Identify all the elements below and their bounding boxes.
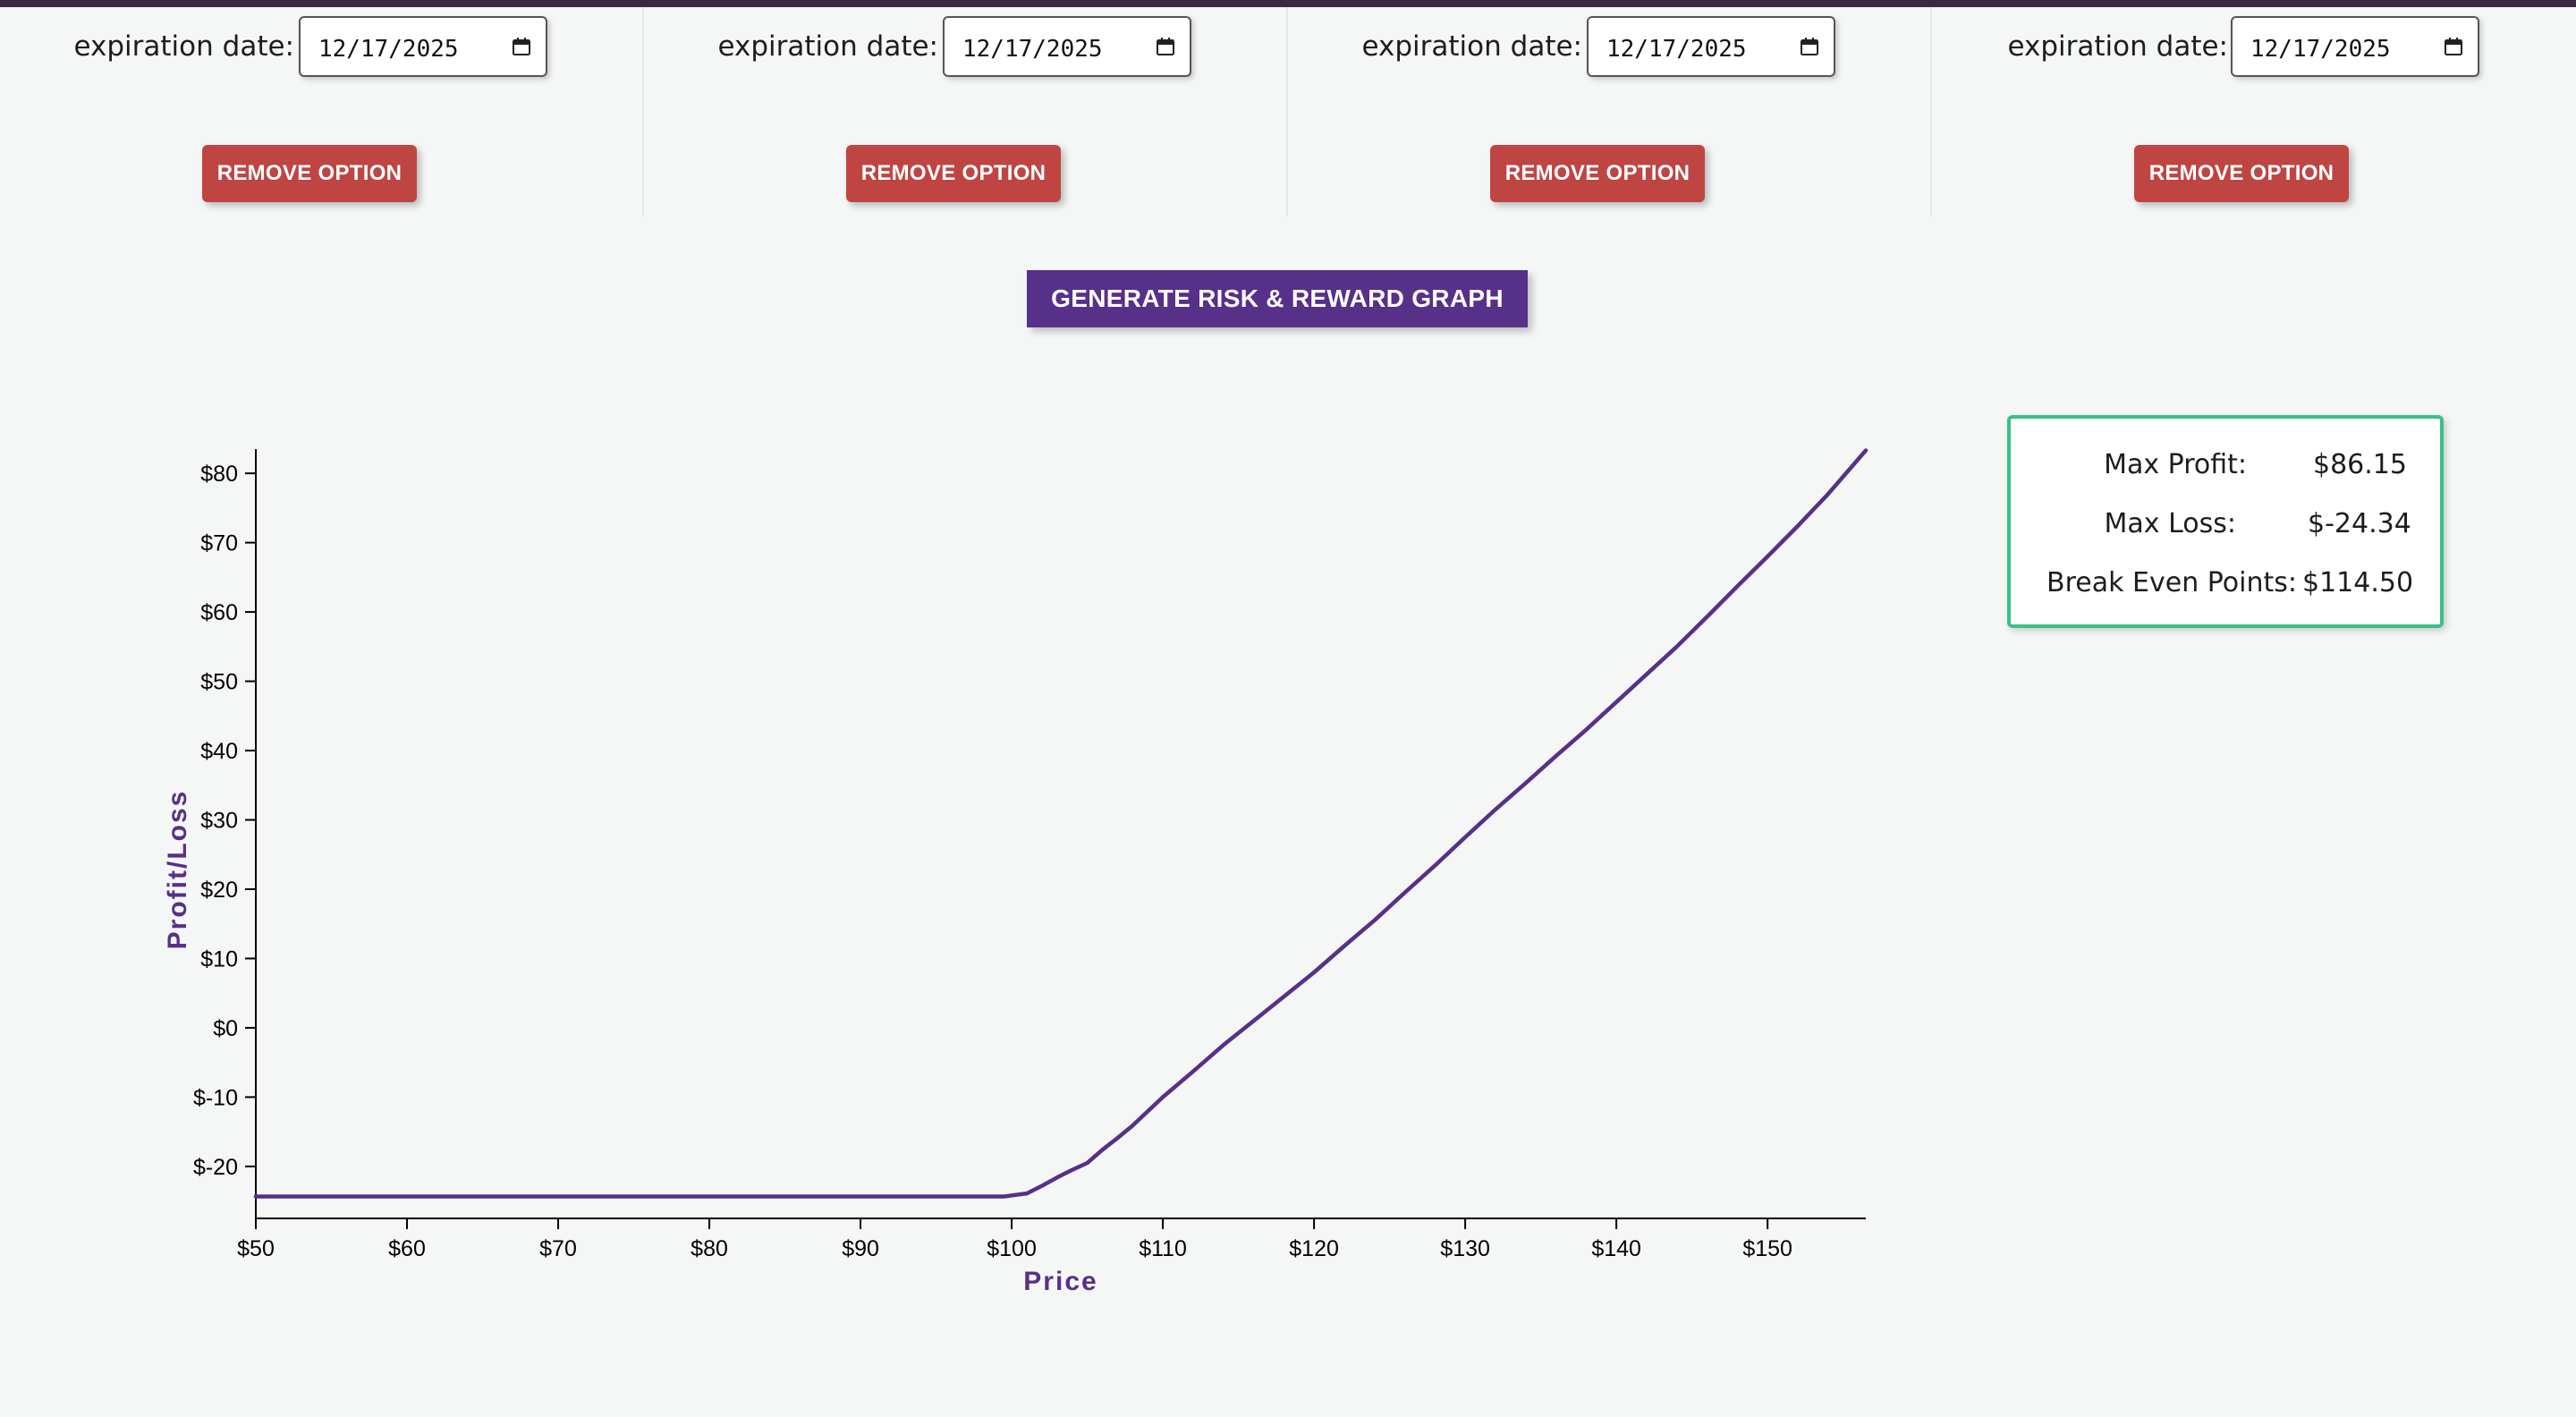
y-tick-label: $50	[200, 670, 238, 695]
expiration-date-value: 12/17/2025	[2250, 36, 2391, 63]
expiration-label: expiration date:	[2007, 30, 2229, 63]
calendar-icon[interactable]	[2444, 37, 2463, 56]
y-tick-label: $30	[200, 809, 238, 834]
calendar-icon[interactable]	[1800, 37, 1819, 56]
max-loss-label: Max Loss:	[2104, 508, 2236, 539]
break-even-value: $114.50	[2302, 567, 2414, 598]
option-column-1: expiration date: 12/17/2025 REMOVE OPTIO…	[0, 7, 644, 216]
calendar-icon[interactable]	[1156, 37, 1175, 56]
y-tick-label: $10	[200, 946, 238, 972]
calendar-icon[interactable]	[512, 37, 531, 56]
y-tick-label: $-10	[193, 1085, 238, 1110]
y-axis-title: Profit/Loss	[163, 790, 192, 950]
break-even-label: Break Even Points:	[2046, 567, 2297, 598]
option-column-4: expiration date: 12/17/2025 REMOVE OPTIO…	[1932, 7, 2576, 216]
remove-option-button[interactable]: REMOVE OPTION	[202, 145, 417, 202]
x-tick-label: $90	[842, 1236, 879, 1261]
x-tick-label: $110	[1139, 1236, 1187, 1261]
expiration-date-input[interactable]: 12/17/2025	[943, 16, 1191, 77]
expiration-date-input[interactable]: 12/17/2025	[1587, 16, 1835, 77]
y-tick-label: $40	[200, 739, 238, 764]
y-tick-label: $-20	[193, 1155, 238, 1180]
max-profit-value: $86.15	[2313, 449, 2407, 480]
x-tick-label: $120	[1289, 1236, 1339, 1261]
profit-loss-line	[253, 448, 1868, 1199]
y-tick-label: $70	[200, 531, 238, 556]
option-column-3: expiration date: 12/17/2025 REMOVE OPTIO…	[1288, 7, 1932, 216]
option-column-2: expiration date: 12/17/2025 REMOVE OPTIO…	[644, 7, 1288, 216]
y-tick-label: $20	[200, 878, 238, 903]
max-loss-value: $-24.34	[2308, 508, 2411, 539]
remove-option-button[interactable]: REMOVE OPTION	[2134, 145, 2349, 202]
expiration-date-input[interactable]: 12/17/2025	[2231, 16, 2479, 77]
expiration-date-value: 12/17/2025	[318, 36, 459, 63]
x-tick-label: $80	[691, 1236, 728, 1261]
options-row: expiration date: 12/17/2025 REMOVE OPTIO…	[0, 7, 2576, 216]
x-tick-label: $60	[388, 1236, 426, 1261]
x-tick-label: $130	[1440, 1236, 1490, 1261]
y-tick-label: $0	[213, 1016, 238, 1041]
expiration-label: expiration date:	[1361, 30, 1583, 63]
y-tick-label: $60	[200, 600, 238, 625]
top-bar	[0, 0, 2576, 7]
max-loss-row: Max Loss: $-24.34	[2011, 508, 2440, 544]
expiration-label: expiration date:	[73, 30, 295, 63]
x-tick-label: $150	[1742, 1236, 1792, 1261]
stats-panel: Max Profit: $86.15 Max Loss: $-24.34 Bre…	[2007, 415, 2444, 628]
risk-reward-chart: $-20 $-10 $0 $10 $20 $30 $40 $50 $60 $70 $80 $50 $60…	[163, 448, 1868, 1296]
x-tick-label: $140	[1591, 1236, 1641, 1261]
remove-option-button[interactable]: REMOVE OPTION	[846, 145, 1061, 202]
expiration-date-value: 12/17/2025	[1606, 36, 1747, 63]
x-tick-label: $50	[237, 1236, 275, 1261]
x-axis-title: Price	[1023, 1267, 1097, 1296]
generate-graph-button[interactable]: GENERATE RISK & REWARD GRAPH	[1027, 270, 1528, 327]
max-profit-row: Max Profit: $86.15	[2011, 449, 2440, 485]
break-even-row: Break Even Points: $114.50	[2011, 567, 2440, 603]
expiration-label: expiration date:	[717, 30, 939, 63]
remove-option-button[interactable]: REMOVE OPTION	[1490, 145, 1705, 202]
max-profit-label: Max Profit:	[2104, 449, 2247, 480]
expiration-date-input[interactable]: 12/17/2025	[299, 16, 547, 77]
x-tick-label: $70	[539, 1236, 577, 1261]
y-tick-label: $80	[200, 462, 238, 487]
expiration-date-value: 12/17/2025	[962, 36, 1103, 63]
x-tick-label: $100	[987, 1236, 1037, 1261]
